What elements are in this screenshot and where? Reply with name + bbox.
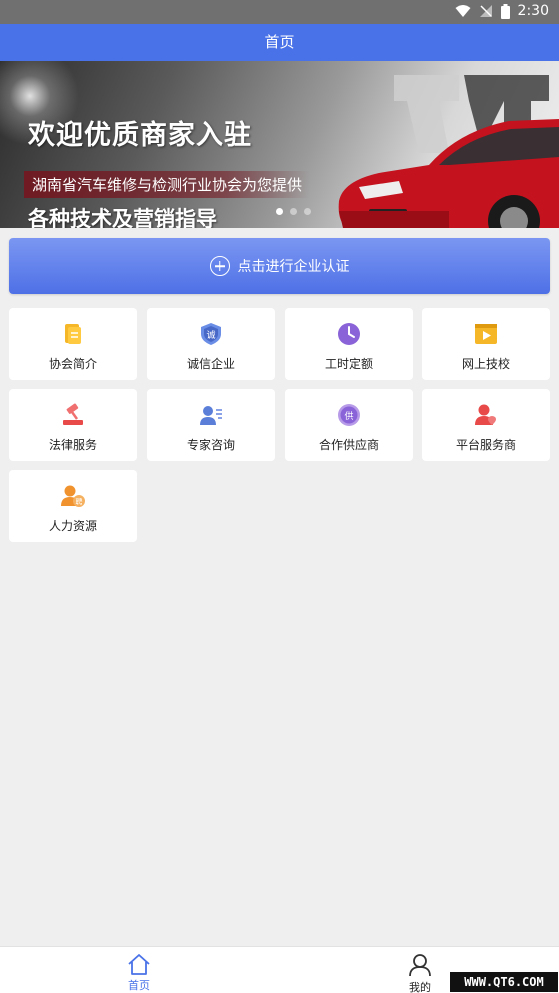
document-icon [65, 324, 81, 344]
menu-item-label: 网上技校 [461, 357, 510, 371]
nav-home[interactable]: 首页 [109, 953, 169, 993]
svg-text:诚: 诚 [206, 329, 215, 341]
menu-item-label: 法律服务 [48, 438, 97, 452]
nav-mine-label: 我的 [409, 981, 431, 993]
service-user-icon [475, 404, 496, 425]
menu-item-association[interactable]: 协会简介 [9, 308, 137, 380]
menu-item-label: 专家咨询 [186, 438, 235, 452]
menu-item-online-school[interactable]: 网上技校 [422, 308, 550, 380]
expert-icon [200, 406, 222, 425]
battery-icon [500, 3, 510, 19]
status-time: 2:30 [517, 3, 549, 19]
nav-mine[interactable]: 我的 [390, 953, 450, 993]
menu-item-expert[interactable]: 专家咨询 [147, 389, 275, 461]
menu-item-hr[interactable]: 聘 人力资源 [9, 470, 137, 542]
app-header: 首页 [0, 24, 559, 61]
cert-button-label: 点击进行企业认证 [237, 259, 350, 275]
banner-carousel[interactable]: 欢迎优质商家入驻 湖南省汽车维修与检测行业协会为您提供 各种技术及营销指导 [0, 61, 559, 228]
page-title: 首页 [264, 33, 295, 51]
user-icon [409, 954, 431, 977]
shield-icon: 诚 [201, 323, 221, 345]
hr-user-icon: 聘 [61, 485, 85, 507]
supplier-badge-icon: 供 [338, 404, 360, 426]
menu-item-label: 诚信企业 [186, 357, 235, 371]
menu-item-label: 合作供应商 [318, 438, 379, 452]
nav-home-label: 首页 [128, 979, 150, 992]
menu-item-label: 平台服务商 [455, 438, 516, 452]
banner-subtitle: 湖南省汽车维修与检测行业协会为您提供 [24, 171, 311, 198]
menu-item-platform-provider[interactable]: 平台服务商 [422, 389, 550, 461]
video-icon [475, 324, 497, 344]
gavel-icon [63, 403, 83, 425]
menu-item-supplier[interactable]: 供 合作供应商 [285, 389, 413, 461]
menu-item-label: 人力资源 [48, 519, 97, 533]
menu-item-label: 工时定额 [324, 357, 373, 371]
clock-icon [338, 323, 360, 345]
svg-text:聘: 聘 [76, 497, 83, 506]
banner-slogan: 各种技术及营销指导 [28, 206, 217, 228]
wifi-icon [455, 5, 471, 17]
carousel-dot[interactable] [290, 208, 297, 215]
plus-circle-icon [209, 256, 230, 276]
menu-item-label: 协会简介 [48, 357, 97, 371]
carousel-dot[interactable] [304, 208, 311, 215]
watermark: WWW.QT6.COM [450, 972, 558, 992]
enterprise-cert-button[interactable]: 点击进行企业认证 [9, 238, 550, 294]
menu-item-credit[interactable]: 诚 诚信企业 [147, 308, 275, 380]
carousel-dot[interactable] [276, 208, 283, 215]
car-image [338, 75, 559, 228]
home-icon [128, 954, 150, 975]
status-bar: 2:30 [0, 0, 559, 24]
no-signal-icon [479, 5, 492, 17]
svg-text:供: 供 [344, 410, 353, 422]
banner-headline: 欢迎优质商家入驻 [28, 120, 252, 151]
menu-item-legal[interactable]: 法律服务 [9, 389, 137, 461]
carousel-indicator [276, 208, 311, 215]
menu-item-labor-quota[interactable]: 工时定额 [285, 308, 413, 380]
